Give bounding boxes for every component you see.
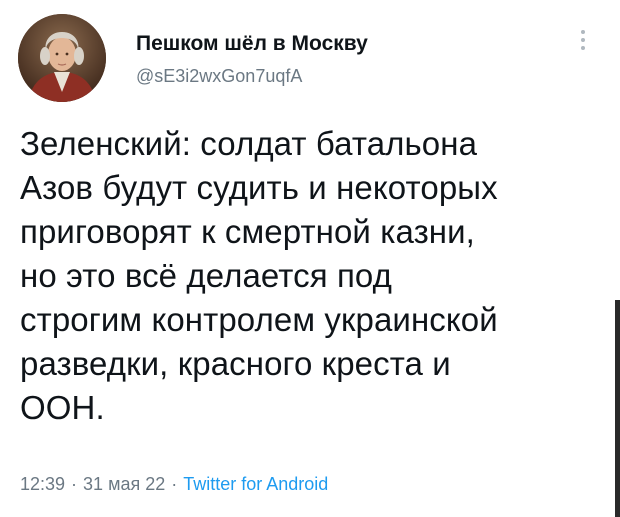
- portrait-avatar-image: [18, 14, 106, 102]
- tweet-text: Зеленский: солдат батальона Азов будут с…: [20, 125, 498, 426]
- avatar[interactable]: [18, 14, 106, 102]
- tweet-time[interactable]: 12:39: [20, 474, 65, 494]
- meta-separator: ·: [171, 474, 178, 494]
- tweet-meta: 12:39 · 31 мая 22 · Twitter for Android: [20, 474, 328, 495]
- more-dot: [581, 38, 585, 42]
- more-dot: [581, 46, 585, 50]
- tweet-date[interactable]: 31 мая 22: [83, 474, 165, 494]
- tweet-source-link[interactable]: Twitter for Android: [183, 474, 328, 494]
- user-handle[interactable]: @sE3i2wxGon7uqfA: [136, 66, 302, 87]
- display-name[interactable]: Пешком шёл в Москву: [136, 32, 368, 56]
- more-dot: [581, 30, 585, 34]
- more-vertical-icon[interactable]: [578, 30, 588, 56]
- tweet-card: Пешком шёл в Москву @sE3i2wxGon7uqfA Зел…: [0, 0, 620, 517]
- edge-border: [615, 300, 620, 517]
- meta-separator: ·: [71, 474, 78, 494]
